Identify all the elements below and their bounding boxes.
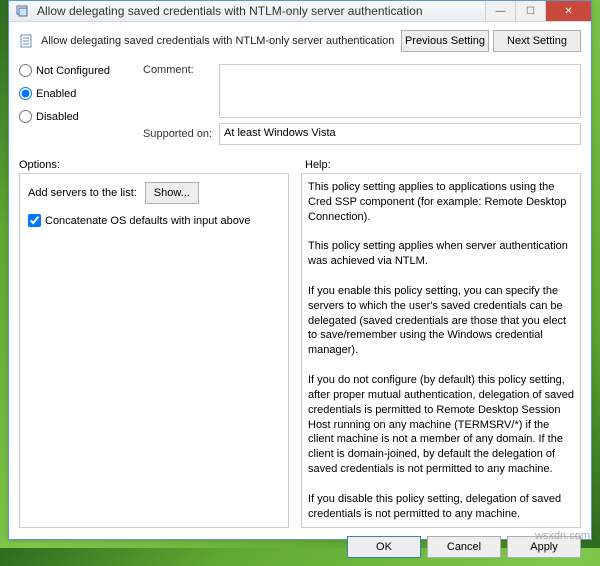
options-label: Options: <box>19 159 289 171</box>
close-button[interactable]: ✕ <box>545 1 591 21</box>
comment-label: Comment: <box>143 64 213 123</box>
radio-enabled-input[interactable] <box>19 87 32 100</box>
radio-not-configured-input[interactable] <box>19 64 32 77</box>
policy-dialog: Allow delegating saved credentials with … <box>8 0 592 540</box>
mid-row: Add servers to the list: Show... Concate… <box>19 173 581 528</box>
state-radios: Not Configured Enabled Disabled <box>19 64 137 123</box>
concat-label: Concatenate OS defaults with input above <box>45 215 250 227</box>
radio-disabled[interactable]: Disabled <box>19 110 137 123</box>
header-row: Allow delegating saved credentials with … <box>19 30 581 52</box>
footer: OK Cancel Apply <box>19 536 581 558</box>
add-servers-label: Add servers to the list: <box>28 187 137 199</box>
comment-field[interactable] <box>219 64 581 118</box>
next-setting-button[interactable]: Next Setting <box>493 30 581 52</box>
supported-on-field[interactable]: At least Windows Vista <box>219 123 581 145</box>
cancel-button[interactable]: Cancel <box>427 536 501 558</box>
maximize-button[interactable]: ☐ <box>515 1 545 21</box>
previous-setting-button[interactable]: Previous Setting <box>401 30 489 52</box>
options-panel: Add servers to the list: Show... Concate… <box>19 173 289 528</box>
dialog-content: Allow delegating saved credentials with … <box>9 22 591 566</box>
help-label: Help: <box>305 159 331 171</box>
add-servers-row: Add servers to the list: Show... <box>28 182 280 204</box>
help-panel[interactable]: This policy setting applies to applicati… <box>301 173 581 528</box>
show-button[interactable]: Show... <box>145 182 199 204</box>
policy-description: Allow delegating saved credentials with … <box>41 35 401 47</box>
app-icon <box>15 3 31 19</box>
titlebar[interactable]: Allow delegating saved credentials with … <box>9 1 591 22</box>
radio-disabled-label: Disabled <box>36 111 79 123</box>
ok-button[interactable]: OK <box>347 536 421 558</box>
radio-not-configured[interactable]: Not Configured <box>19 64 137 77</box>
concat-checkbox[interactable] <box>28 214 41 227</box>
supported-label: Supported on: <box>143 128 213 140</box>
section-labels: Options: Help: <box>19 159 581 171</box>
concat-row[interactable]: Concatenate OS defaults with input above <box>28 214 280 227</box>
radio-not-configured-label: Not Configured <box>36 65 110 77</box>
top-grid: Not Configured Enabled Disabled Comment:… <box>19 64 581 145</box>
radio-enabled-label: Enabled <box>36 88 76 100</box>
window-controls: — ☐ ✕ <box>485 1 591 21</box>
policy-icon <box>19 33 35 49</box>
supported-on-value: At least Windows Vista <box>224 127 336 139</box>
apply-button[interactable]: Apply <box>507 536 581 558</box>
minimize-button[interactable]: — <box>485 1 515 21</box>
radio-enabled[interactable]: Enabled <box>19 87 137 100</box>
window-title: Allow delegating saved credentials with … <box>37 4 485 18</box>
radio-disabled-input[interactable] <box>19 110 32 123</box>
